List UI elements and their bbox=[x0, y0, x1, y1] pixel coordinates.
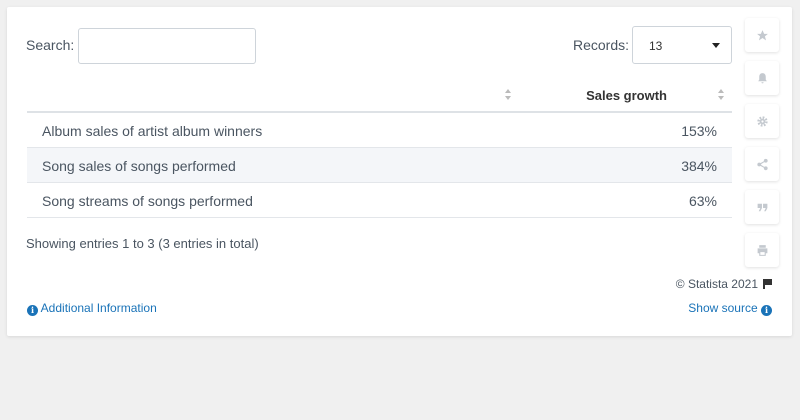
row-value: 153% bbox=[681, 123, 717, 139]
row-label: Album sales of artist album winners bbox=[42, 123, 263, 139]
sort-sales-button[interactable] bbox=[718, 89, 726, 103]
copyright: © Statista 2021 bbox=[676, 277, 772, 291]
row-label: Song sales of songs performed bbox=[42, 158, 236, 174]
column-header-sales-growth[interactable]: Sales growth bbox=[586, 88, 667, 103]
cite-button[interactable] bbox=[745, 190, 779, 224]
search-label: Search: bbox=[26, 37, 75, 53]
print-button[interactable] bbox=[745, 233, 779, 267]
sort-down-icon bbox=[505, 96, 511, 100]
table-row: Album sales of artist album winners 153% bbox=[27, 113, 732, 148]
data-table: Sales growth Album sales of artist album… bbox=[27, 78, 732, 218]
favorite-button[interactable] bbox=[745, 18, 779, 52]
notification-button[interactable] bbox=[745, 61, 779, 95]
row-label: Song streams of songs performed bbox=[42, 193, 253, 209]
records-select[interactable]: 13 bbox=[632, 26, 732, 64]
sort-name-button[interactable] bbox=[505, 89, 513, 103]
quote-icon bbox=[757, 203, 767, 211]
show-source-link[interactable]: Show source i bbox=[688, 301, 772, 316]
settings-button[interactable] bbox=[745, 104, 779, 138]
bell-icon bbox=[757, 72, 767, 83]
sort-up-icon bbox=[718, 89, 724, 93]
copyright-text: © Statista 2021 bbox=[675, 277, 758, 291]
sort-down-icon bbox=[718, 96, 724, 100]
row-value: 63% bbox=[688, 193, 717, 209]
show-source-label: Show source bbox=[688, 301, 758, 315]
info-icon: i bbox=[761, 305, 772, 316]
additional-information-link[interactable]: i Additional Information bbox=[27, 301, 157, 316]
print-icon bbox=[757, 244, 767, 256]
records-select-value: 13 bbox=[649, 39, 663, 53]
search-input[interactable] bbox=[78, 28, 256, 64]
flag-icon[interactable] bbox=[763, 279, 772, 289]
table-row: Song sales of songs performed 384% bbox=[27, 148, 732, 183]
table-row: Song streams of songs performed 63% bbox=[27, 183, 732, 218]
info-icon: i bbox=[27, 305, 38, 316]
entries-summary: Showing entries 1 to 3 (3 entries in tot… bbox=[26, 236, 259, 251]
share-button[interactable] bbox=[745, 147, 779, 181]
records-label: Records: bbox=[573, 37, 630, 53]
row-value: 384% bbox=[681, 158, 717, 174]
additional-information-label: Additional Information bbox=[40, 301, 157, 315]
chevron-down-icon bbox=[712, 43, 720, 48]
sort-up-icon bbox=[505, 89, 511, 93]
table-header: Sales growth bbox=[27, 78, 732, 113]
share-icon bbox=[756, 158, 768, 170]
gear-icon bbox=[756, 115, 768, 127]
star-icon bbox=[756, 29, 768, 40]
